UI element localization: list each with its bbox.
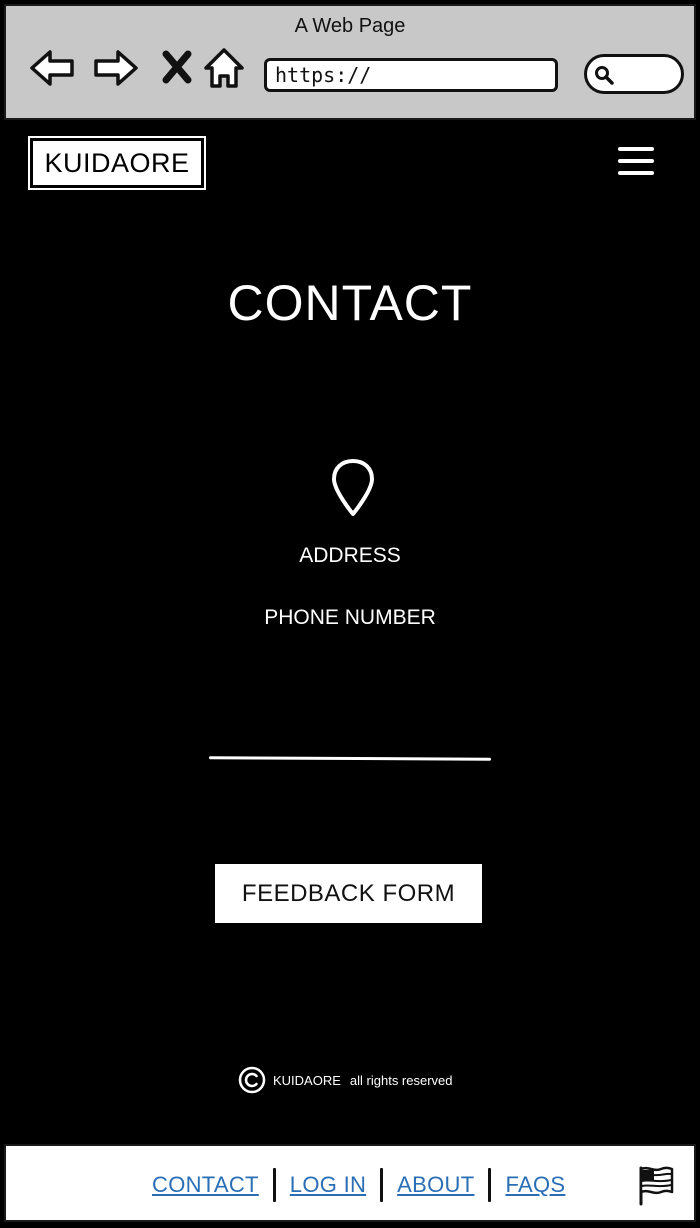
window-title: A Web Page — [294, 15, 406, 37]
language-flag-icon[interactable] — [636, 1164, 676, 1206]
footer-link-contact[interactable]: CONTACT — [152, 1172, 259, 1198]
browser-search-field[interactable] — [584, 54, 684, 94]
location-pin-icon — [330, 458, 376, 518]
address-label: ADDRESS — [299, 544, 401, 567]
footer-link-about[interactable]: ABOUT — [397, 1172, 474, 1198]
separator — [380, 1168, 384, 1202]
page-title: CONTACT — [227, 275, 473, 331]
footer-link-login[interactable]: LOG IN — [290, 1172, 366, 1198]
stop-icon[interactable] — [154, 44, 202, 92]
site-logo[interactable]: KUIDAORE — [28, 136, 206, 190]
copyright-brand: KUIDAORE — [273, 1072, 341, 1088]
footer-nav: CONTACT LOG IN ABOUT FAQS — [4, 1144, 696, 1222]
separator — [272, 1168, 276, 1202]
browser-toolbar: A Web Page https:// — [4, 4, 696, 120]
divider — [208, 756, 492, 761]
logo-text: KUIDAORE — [33, 141, 201, 185]
feedback-form-button[interactable]: FEEDBACK FORM — [215, 864, 482, 923]
phone-number-label: PHONE NUMBER — [264, 606, 436, 629]
forward-arrow-icon[interactable] — [92, 44, 140, 92]
copyright-text: all rights reserved — [349, 1072, 453, 1088]
footer-link-faqs[interactable]: FAQS — [505, 1172, 565, 1198]
hamburger-menu-icon[interactable] — [618, 147, 654, 179]
copyright-icon — [238, 1066, 266, 1094]
search-icon — [595, 66, 614, 85]
copyright: KUIDAORE all rights reserved — [238, 1066, 453, 1094]
back-arrow-icon[interactable] — [28, 44, 76, 92]
home-icon[interactable] — [200, 44, 248, 92]
url-input[interactable]: https:// — [264, 58, 558, 92]
separator — [488, 1168, 492, 1202]
